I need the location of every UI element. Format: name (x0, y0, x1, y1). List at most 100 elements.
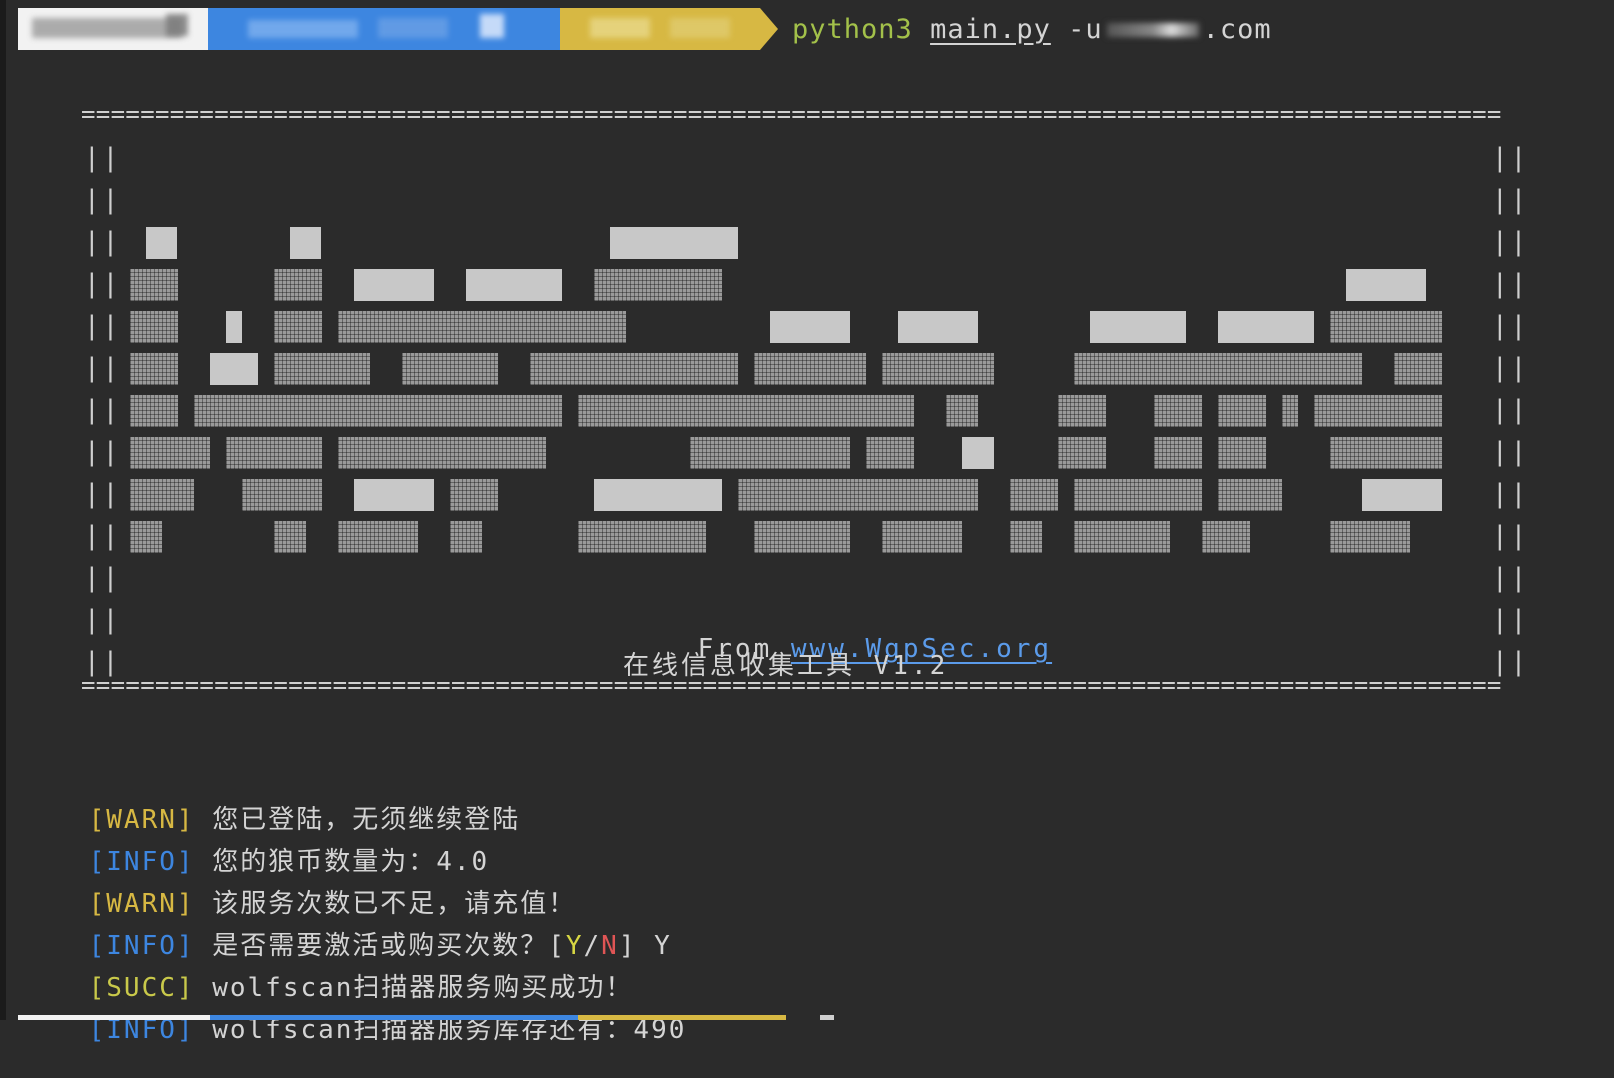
ascii-block (210, 353, 258, 385)
ascii-block (402, 353, 498, 385)
next-prompt-path-segment (210, 1015, 578, 1020)
ascii-block (946, 395, 978, 427)
ascii-block (1090, 311, 1186, 343)
ascii-block (338, 437, 546, 469)
ascii-block (1362, 479, 1442, 511)
ascii-block (1218, 311, 1314, 343)
ascii-block (1010, 479, 1058, 511)
ascii-block (578, 395, 914, 427)
ascii-block (354, 269, 434, 301)
ascii-block (1058, 395, 1106, 427)
ascii-block (578, 521, 706, 553)
ascii-block (1346, 269, 1426, 301)
log-line: [INFO] wolfscan扫描器服务库存还有：490 (18, 982, 686, 1078)
ascii-block (1218, 395, 1266, 427)
ascii-block (226, 311, 242, 343)
banner-right-border: || (1492, 185, 1530, 215)
command-python: python3 (792, 13, 913, 45)
terminal-cursor[interactable] (820, 1015, 834, 1020)
prompt-path-segment (208, 8, 560, 50)
ascii-block (1154, 437, 1202, 469)
ascii-block (338, 521, 418, 553)
ascii-block (130, 479, 194, 511)
ascii-block (338, 311, 626, 343)
banner-right-border: || (1492, 395, 1530, 425)
ascii-block (354, 479, 434, 511)
banner-right-border: || (1492, 563, 1530, 593)
ascii-block (1330, 311, 1442, 343)
ascii-block (130, 521, 162, 553)
ascii-block (1074, 353, 1362, 385)
banner-top-rule: ========================================… (81, 100, 1502, 128)
ascii-block (738, 479, 978, 511)
ascii-block (882, 353, 994, 385)
ascii-block (594, 269, 722, 301)
ascii-block (1218, 479, 1282, 511)
next-prompt-git-segment (578, 1015, 786, 1020)
ascii-block (1282, 395, 1298, 427)
ascii-block (274, 311, 322, 343)
ascii-block (466, 269, 562, 301)
ascii-block (290, 227, 321, 259)
banner-right-border: || (1492, 521, 1530, 551)
ascii-block (1330, 437, 1442, 469)
banner-left-border: || (84, 185, 122, 215)
banner-left-border: || (84, 311, 122, 341)
ascii-block (130, 353, 178, 385)
ascii-block (690, 437, 850, 469)
command-domain-suffix: .com (1202, 13, 1272, 45)
banner-left-border: || (84, 227, 122, 257)
ascii-block (226, 437, 322, 469)
ascii-block (274, 353, 370, 385)
ascii-block (146, 227, 177, 259)
ascii-block (130, 437, 210, 469)
ascii-block (1010, 521, 1042, 553)
banner-right-border: || (1492, 353, 1530, 383)
ascii-block (1394, 353, 1442, 385)
banner-left-border: || (84, 605, 122, 635)
ascii-block (130, 311, 178, 343)
command-flag: -u (1068, 13, 1103, 45)
banner-left-border: || (84, 563, 122, 593)
prompt-git-segment (560, 8, 760, 50)
ascii-block (1058, 437, 1106, 469)
ascii-block (594, 479, 722, 511)
banner-left-border: || (84, 353, 122, 383)
ascii-block (450, 479, 498, 511)
terminal-window[interactable]: python3 main.py -u .com =================… (0, 0, 1614, 1045)
banner-right-border: || (1492, 311, 1530, 341)
ascii-block (898, 311, 978, 343)
ascii-block (1314, 395, 1442, 427)
next-prompt-user-segment (18, 1015, 210, 1020)
ascii-block (450, 521, 482, 553)
ascii-block (274, 269, 322, 301)
ascii-block (754, 353, 866, 385)
ascii-block (1218, 437, 1266, 469)
banner-right-border: || (1492, 647, 1530, 677)
banner-left-border: || (84, 479, 122, 509)
ascii-block (530, 353, 738, 385)
redacted-domain (1106, 23, 1199, 37)
banner-left-border: || (84, 395, 122, 425)
ascii-block (242, 479, 322, 511)
banner-left-border: || (84, 647, 122, 677)
ascii-block (1202, 521, 1250, 553)
banner-left-border: || (84, 143, 122, 173)
prompt-arrow-icon (760, 8, 778, 50)
ascii-block (962, 437, 994, 469)
ascii-block (754, 521, 850, 553)
banner-left-border: || (84, 437, 122, 467)
command-line[interactable]: python3 main.py -u .com (792, 14, 1272, 45)
banner-right-border: || (1492, 143, 1530, 173)
banner-right-border: || (1492, 269, 1530, 299)
banner-right-border: || (1492, 227, 1530, 257)
ascii-block (274, 521, 306, 553)
banner-subtitle: 在线信息收集工具 V1.2 (623, 651, 949, 681)
ascii-block (1074, 521, 1170, 553)
banner-right-border: || (1492, 605, 1530, 635)
banner-left-border: || (84, 521, 122, 551)
command-file[interactable]: main.py (930, 14, 1051, 45)
ascii-block (130, 269, 178, 301)
ascii-block (770, 311, 850, 343)
ascii-block (194, 395, 562, 427)
